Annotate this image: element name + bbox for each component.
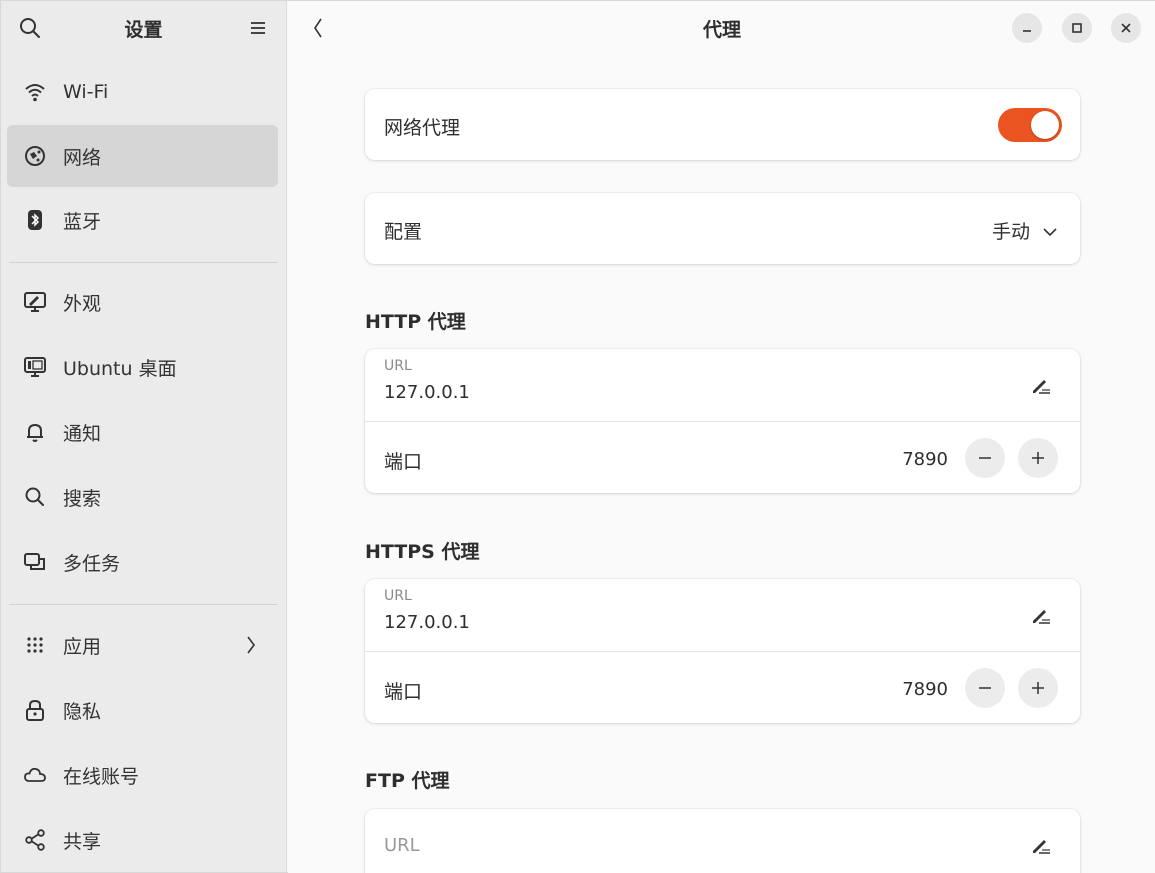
config-label: 配置 <box>384 221 423 243</box>
chevron-down-icon[interactable] <box>1042 223 1058 237</box>
http-url-field[interactable]: 127.0.0.1 <box>384 382 470 403</box>
sidebar-item-notifications[interactable]: 通知 <box>7 401 278 463</box>
sidebar-header: 设置 <box>1 1 286 55</box>
close-icon <box>1121 23 1131 33</box>
apps-grid-icon <box>23 633 47 657</box>
sidebar-item-label: 蓝牙 <box>63 210 102 233</box>
minus-icon <box>979 457 991 459</box>
config-value[interactable]: 手动 <box>992 217 1030 244</box>
hamburger-menu-icon[interactable] <box>245 15 271 41</box>
settings-window: 设置 Wi-Fi 网络 蓝牙 外观 Ubuntu 桌面 通知 搜索 多任务 应用… <box>0 0 1155 873</box>
sidebar-item-label: 多任务 <box>63 552 121 575</box>
https-proxy-title: HTTPS 代理 <box>365 541 480 563</box>
sidebar-item-multitasking[interactable]: 多任务 <box>7 531 278 593</box>
plus-icon <box>1032 682 1044 694</box>
http-port-decrement-button[interactable] <box>965 438 1005 478</box>
https-url-caption: URL <box>384 588 412 604</box>
sidebar-separator <box>9 262 277 263</box>
sidebar-item-sharing[interactable]: 共享 <box>7 809 278 871</box>
https-port-value[interactable]: 7890 <box>902 679 948 700</box>
sidebar-item-label: 通知 <box>63 422 102 445</box>
sidebar-item-label: Ubuntu 桌面 <box>63 357 177 380</box>
minimize-button[interactable] <box>1012 13 1042 43</box>
http-proxy-card: URL 127.0.0.1 端口 7890 <box>365 349 1080 493</box>
sidebar-item-label: 应用 <box>63 635 102 658</box>
sidebar-item-label: 隐私 <box>63 700 102 723</box>
edit-icon[interactable] <box>1030 374 1052 396</box>
sidebar-item-label: Wi-Fi <box>63 81 109 103</box>
main-panel: 代理 网络代理 配置 手动 HTTP 代理 URL 127.0.0.1 端口 7… <box>288 1 1155 873</box>
edit-icon[interactable] <box>1030 604 1052 626</box>
sidebar-item-label: 在线账号 <box>63 765 140 788</box>
sidebar-item-wifi[interactable]: Wi-Fi <box>7 61 278 123</box>
sidebar-item-ubuntu-desktop[interactable]: Ubuntu 桌面 <box>7 336 278 398</box>
https-port-label: 端口 <box>384 681 423 703</box>
wifi-icon <box>23 80 47 104</box>
sidebar-item-online-accounts[interactable]: 在线账号 <box>7 744 278 806</box>
cloud-icon <box>23 763 47 787</box>
network-icon <box>23 144 47 168</box>
https-url-field[interactable]: 127.0.0.1 <box>384 612 470 633</box>
sidebar-item-bluetooth[interactable]: 蓝牙 <box>7 189 278 251</box>
http-proxy-title: HTTP 代理 <box>365 311 466 333</box>
share-icon <box>23 828 47 852</box>
edit-icon[interactable] <box>1030 834 1052 856</box>
search-icon <box>23 485 47 509</box>
https-port-decrement-button[interactable] <box>965 668 1005 708</box>
http-port-value[interactable]: 7890 <box>902 449 948 470</box>
minimize-icon <box>1023 30 1031 32</box>
maximize-icon <box>1072 23 1082 33</box>
bell-icon <box>23 420 47 444</box>
sidebar-item-label: 搜索 <box>63 487 102 510</box>
header-bar: 代理 <box>288 1 1155 55</box>
ftp-url-field[interactable]: URL <box>384 835 420 856</box>
desktop-icon <box>23 355 47 379</box>
close-button[interactable] <box>1111 13 1141 43</box>
chevron-right-icon <box>244 634 258 656</box>
http-url-caption: URL <box>384 358 412 374</box>
toggle-knob <box>1031 111 1059 139</box>
network-proxy-card: 网络代理 <box>365 89 1080 160</box>
http-port-label: 端口 <box>384 451 423 473</box>
minus-icon <box>979 687 991 689</box>
config-card[interactable]: 配置 手动 <box>365 193 1080 264</box>
lock-icon <box>23 698 47 722</box>
sidebar-item-search[interactable]: 搜索 <box>7 466 278 528</box>
maximize-button[interactable] <box>1062 13 1092 43</box>
bluetooth-icon <box>23 208 47 232</box>
sidebar-item-label: 网络 <box>63 146 102 169</box>
sidebar-item-label: 共享 <box>63 830 102 853</box>
sidebar-item-label: 外观 <box>63 292 102 315</box>
http-port-increment-button[interactable] <box>1018 438 1058 478</box>
multitask-icon <box>23 550 47 574</box>
sidebar-item-apps[interactable]: 应用 <box>7 614 278 676</box>
network-proxy-label: 网络代理 <box>384 117 461 139</box>
ftp-proxy-card: URL <box>365 809 1080 873</box>
plus-icon <box>1032 452 1044 464</box>
network-proxy-toggle[interactable] <box>998 108 1062 142</box>
ftp-proxy-title: FTP 代理 <box>365 770 450 792</box>
appearance-icon <box>23 290 47 314</box>
sidebar-separator <box>9 604 277 605</box>
https-proxy-card: URL 127.0.0.1 端口 7890 <box>365 579 1080 723</box>
sidebar-item-appearance[interactable]: 外观 <box>7 271 278 333</box>
sidebar-item-network[interactable]: 网络 <box>7 125 278 187</box>
row-divider <box>365 651 1080 652</box>
sidebar: 设置 Wi-Fi 网络 蓝牙 外观 Ubuntu 桌面 通知 搜索 多任务 应用… <box>1 1 287 872</box>
row-divider <box>365 421 1080 422</box>
sidebar-item-privacy[interactable]: 隐私 <box>7 679 278 741</box>
sidebar-title: 设置 <box>124 19 163 41</box>
https-port-increment-button[interactable] <box>1018 668 1058 708</box>
